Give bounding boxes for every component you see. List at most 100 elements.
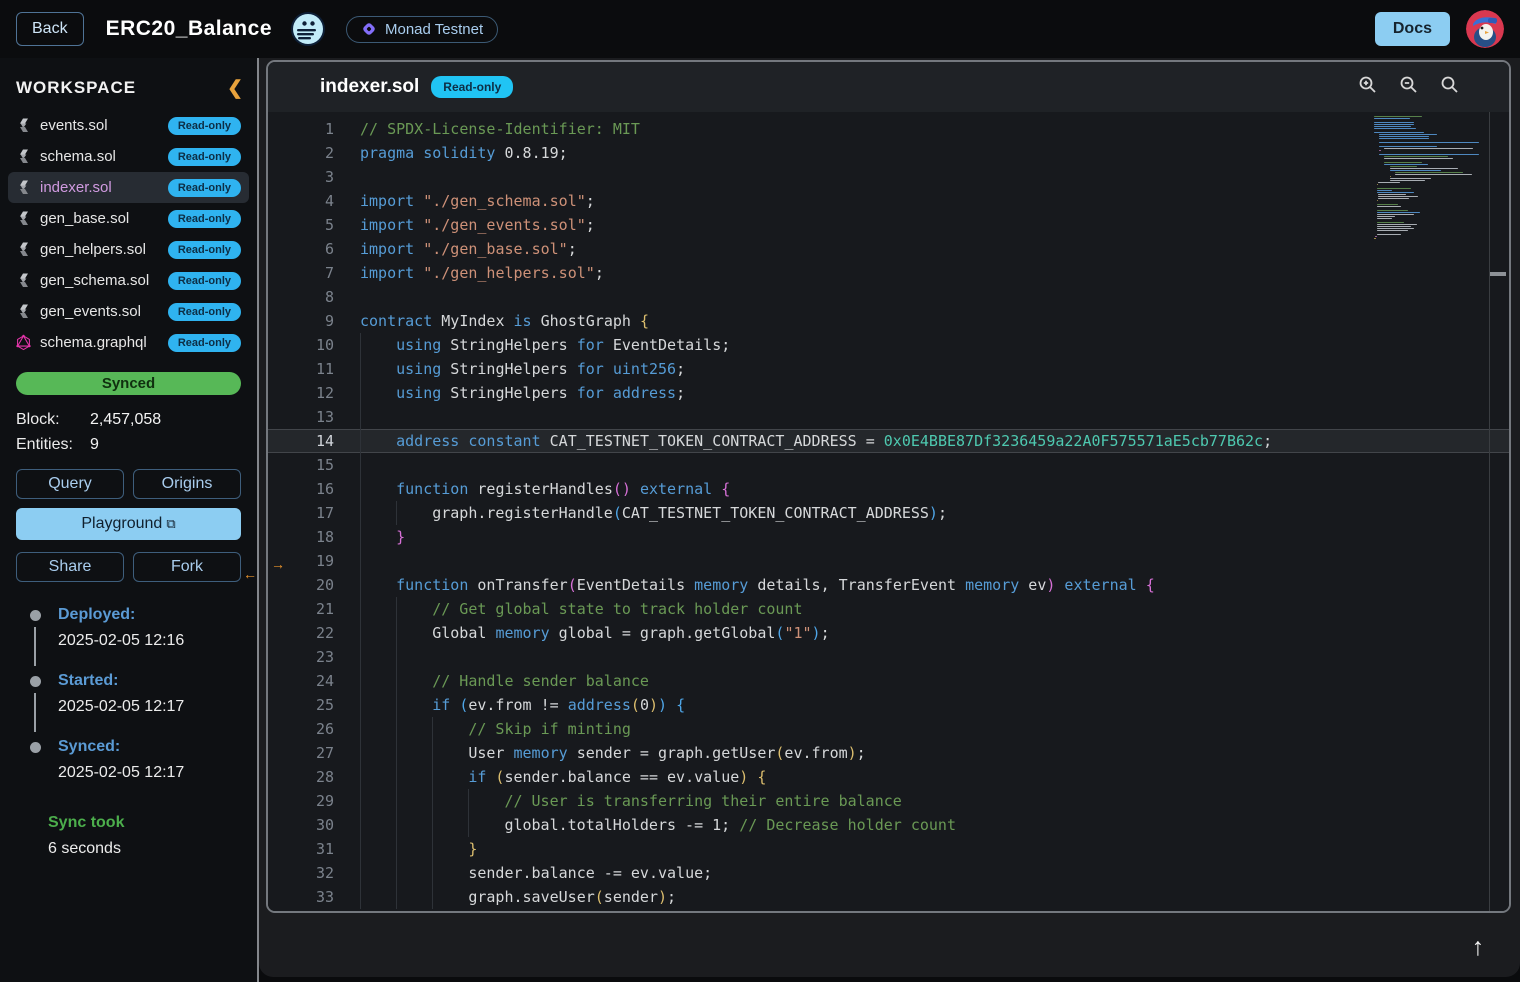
query-button[interactable]: Query [16,469,124,499]
editor-header: indexer.sol Read-only [268,62,1509,112]
code-line-26[interactable]: 26// Skip if minting [268,717,1509,741]
line-number: 29 [268,789,334,813]
zoom-in-icon[interactable] [1358,75,1377,99]
zoom-out-icon[interactable] [1399,75,1418,99]
line-content: import "./gen_events.sol"; [334,213,595,237]
line-content: import "./gen_helpers.sol"; [334,261,604,285]
line-content: // Get global state to track holder coun… [334,597,802,621]
code-area[interactable]: 1// SPDX-License-Identifier: MIT2pragma … [268,112,1509,911]
code-line-31[interactable]: 31} [268,837,1509,861]
line-number: 13 [268,405,334,429]
timeline-item: Deployed:2025-02-05 12:16 [30,606,257,672]
code-line-15[interactable]: 15 [268,453,1509,477]
sync-status-badge: Synced [16,372,241,395]
readonly-badge: Read-only [168,303,241,321]
playground-button[interactable]: Playground⧉ [16,508,241,540]
docs-button[interactable]: Docs [1375,12,1450,46]
line-content [334,645,432,669]
file-name: gen_base.sol [40,210,168,227]
search-icon[interactable] [1440,75,1459,99]
line-content [334,549,396,573]
file-name: indexer.sol [40,179,168,196]
timeline-item: Started: 2025-02-05 12:17 [30,672,257,738]
sidebar-file-indexer.sol[interactable]: indexer.solRead-only [8,172,249,203]
timeline-time: 2025-02-05 12:17 [58,764,257,804]
line-content: } [334,525,405,549]
code-line-20[interactable]: 20function onTransfer(EventDetails memor… [268,573,1509,597]
sidebar-file-events.sol[interactable]: events.solRead-only [8,110,249,141]
code-line-3[interactable]: 3 [268,165,1509,189]
sidebar-file-gen_helpers.sol[interactable]: gen_helpers.solRead-only [8,234,249,265]
line-number: 31 [268,837,334,861]
code-line-22[interactable]: 22Global memory global = graph.getGlobal… [268,621,1509,645]
block-label: Block: [16,411,90,429]
network-label: Monad Testnet [385,21,483,38]
code-line-21[interactable]: 21// Get global state to track holder co… [268,597,1509,621]
collapse-sidebar-icon[interactable]: ❮ [227,79,243,98]
code-line-18[interactable]: 18} [268,525,1509,549]
code-line-9[interactable]: 9contract MyIndex is GhostGraph { [268,309,1509,333]
fork-button[interactable]: Fork [133,552,241,582]
code-line-30[interactable]: 30global.totalHolders -= 1; // Decrease … [268,813,1509,837]
line-content: graph.registerHandle(CAT_TESTNET_TOKEN_C… [334,501,947,525]
scroll-to-top-button[interactable]: ↑ [1456,929,1500,965]
sidebar-file-gen_events.sol[interactable]: gen_events.solRead-only [8,296,249,327]
line-content: // User is transferring their entire bal… [334,789,902,813]
code-line-6[interactable]: 6import "./gen_base.sol"; [268,237,1509,261]
code-line-32[interactable]: 32sender.balance -= ev.value; [268,861,1509,885]
line-number: 16 [268,477,334,501]
code-line-14[interactable]: 14address constant CAT_TESTNET_TOKEN_CON… [268,429,1509,453]
code-line-7[interactable]: 7import "./gen_helpers.sol"; [268,261,1509,285]
code-line-24[interactable]: 24// Handle sender balance [268,669,1509,693]
code-line-27[interactable]: 27User memory sender = graph.getUser(ev.… [268,741,1509,765]
code-line-5[interactable]: 5import "./gen_events.sol"; [268,213,1509,237]
resize-handle-icon[interactable]: →← [243,559,285,579]
line-content: using StringHelpers for uint256; [334,357,685,381]
timeline-item: Synced:2025-02-05 12:17 [30,738,257,804]
code-line-8[interactable]: 8 [268,285,1509,309]
code-line-33[interactable]: 33graph.saveUser(sender); [268,885,1509,909]
code-line-25[interactable]: 25if (ev.from != address(0)) { [268,693,1509,717]
code-line-4[interactable]: 4import "./gen_schema.sol"; [268,189,1509,213]
timeline-label: Started: [58,672,257,690]
line-content: function onTransfer(EventDetails memory … [334,573,1155,597]
scrollbar-thumb[interactable] [1490,272,1506,276]
code-line-29[interactable]: 29// User is transferring their entire b… [268,789,1509,813]
deployment-timeline: Deployed:2025-02-05 12:16Started: 2025-02… [30,606,257,804]
minimap[interactable] [1374,116,1482,240]
timeline-time: 2025-02-05 12:17 [58,698,257,738]
code-line-16[interactable]: 16function registerHandles() external { [268,477,1509,501]
code-line-19[interactable]: 19 [268,549,1509,573]
back-button[interactable]: Back [16,12,84,46]
sidebar: WORKSPACE ❮ events.solRead-onlyschema.so… [0,58,257,982]
sidebar-file-gen_base.sol[interactable]: gen_base.solRead-only [8,203,249,234]
line-content: function registerHandles() external { [334,477,730,501]
sidebar-file-gen_schema.sol[interactable]: gen_schema.solRead-only [8,265,249,296]
code-line-12[interactable]: 12using StringHelpers for address; [268,381,1509,405]
code-line-11[interactable]: 11using StringHelpers for uint256; [268,357,1509,381]
code-line-17[interactable]: 17graph.registerHandle(CAT_TESTNET_TOKEN… [268,501,1509,525]
share-button[interactable]: Share [16,552,124,582]
origins-button[interactable]: Origins [133,469,241,499]
monad-icon [361,21,377,37]
line-number: 27 [268,741,334,765]
code-line-10[interactable]: 10using StringHelpers for EventDetails; [268,333,1509,357]
code-line-28[interactable]: 28if (sender.balance == ev.value) { [268,765,1509,789]
editor-filename: indexer.sol [320,76,419,98]
solidity-file-icon [16,117,31,134]
line-content [334,453,396,477]
user-avatar[interactable] [1466,10,1504,48]
sidebar-file-schema.sol[interactable]: schema.solRead-only [8,141,249,172]
readonly-badge: Read-only [168,148,241,166]
line-content: // SPDX-License-Identifier: MIT [334,117,640,141]
sidebar-file-schema.graphql[interactable]: schema.graphqlRead-only [8,327,249,358]
page-title: ERC20_Balance [106,17,272,41]
network-badge[interactable]: Monad Testnet [346,16,498,43]
code-line-13[interactable]: 13 [268,405,1509,429]
code-line-2[interactable]: 2pragma solidity 0.8.19; [268,141,1509,165]
code-line-23[interactable]: 23 [268,645,1509,669]
line-content [334,285,360,309]
line-number: 4 [268,189,334,213]
file-list: events.solRead-onlyschema.solRead-onlyin… [0,108,257,360]
code-line-1[interactable]: 1// SPDX-License-Identifier: MIT [268,117,1509,141]
